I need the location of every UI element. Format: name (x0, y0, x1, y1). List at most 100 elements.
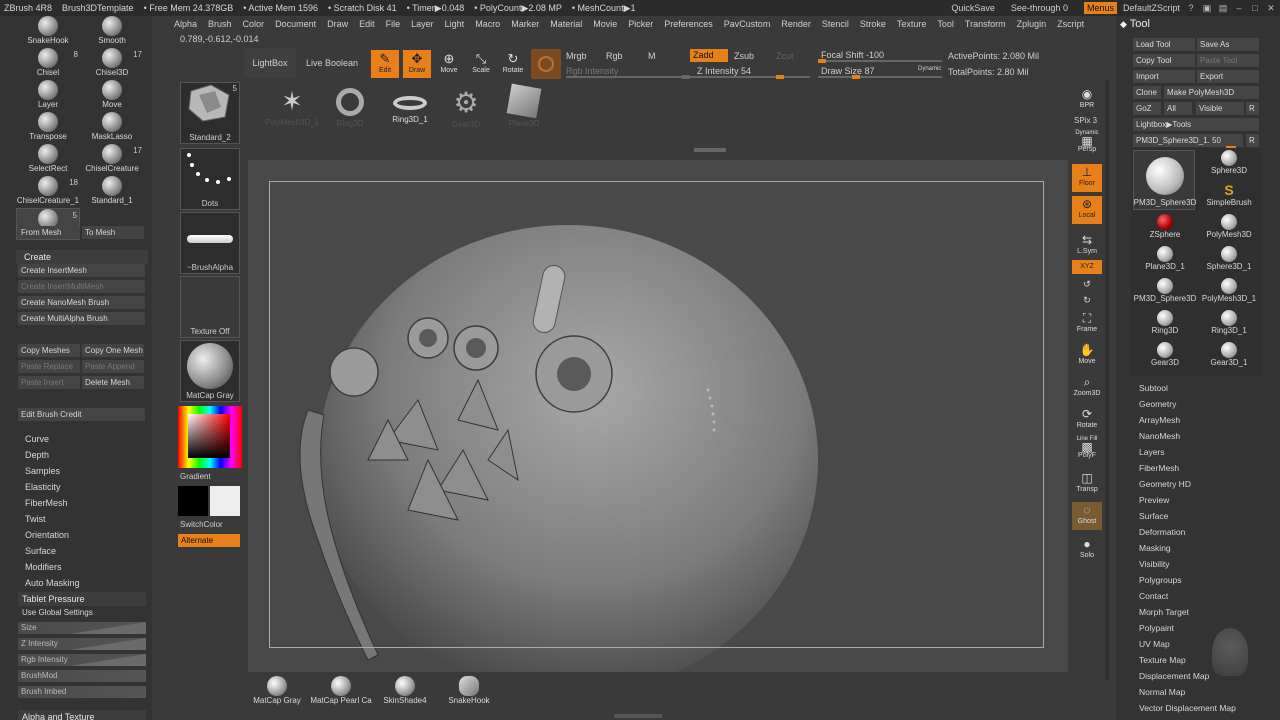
brush-section-depth[interactable]: Depth (25, 450, 49, 460)
tool-thumb-sphere3d-1[interactable]: Sphere3D_1 (1197, 246, 1261, 278)
pressure-brush-imbed[interactable]: Brush Imbed (18, 686, 146, 698)
material-matcap-gray[interactable]: MatCap Gray (245, 676, 309, 716)
menu-brush[interactable]: Brush (208, 19, 232, 29)
rgb-intensity-track[interactable] (566, 75, 690, 79)
stroke-swatch[interactable]: Dots (180, 148, 240, 210)
rgb-intensity-knob[interactable] (682, 75, 690, 79)
tool-section-arraymesh[interactable]: ArrayMesh (1139, 415, 1180, 425)
local-button[interactable]: ⊛ Local (1072, 196, 1102, 224)
edit-button[interactable]: ✎ Edit (371, 50, 399, 78)
goz-r-button[interactable]: R (1246, 102, 1259, 115)
edit-brush-credit-button[interactable]: Edit Brush Credit (18, 408, 145, 421)
copy-meshes-button[interactable]: Copy Meshes (18, 344, 80, 357)
zcut-button[interactable]: Zcut (776, 51, 794, 61)
brush-chisel3d[interactable]: Chisel3D 17 (80, 48, 144, 80)
create-multialpha-button[interactable]: Create MultiAlpha Brush (18, 312, 145, 325)
scale-button[interactable]: ⤡ Scale (467, 50, 495, 78)
lightbox-button[interactable]: LightBox (244, 48, 296, 78)
tool-section-geometry-hd[interactable]: Geometry HD (1139, 479, 1191, 489)
menu-movie[interactable]: Movie (593, 19, 617, 29)
transp-button[interactable]: ◫ Transp (1072, 470, 1102, 498)
rgb-button[interactable]: Rgb (606, 51, 623, 61)
tool-thumb-gear3d[interactable]: Gear3D (1133, 342, 1197, 374)
paste-insert-button[interactable]: Paste Insert (18, 376, 80, 389)
brush-masklasso[interactable]: MaskLasso (80, 112, 144, 144)
lightbox-tools-button[interactable]: Lightbox▶Tools (1133, 118, 1259, 131)
material-matcap-pearl-ca[interactable]: MatCap Pearl Ca (309, 676, 373, 716)
menu-marker[interactable]: Marker (511, 19, 539, 29)
tool-section-vector-displacement-map[interactable]: Vector Displacement Map (1139, 703, 1236, 713)
menu-tool[interactable]: Tool (937, 19, 954, 29)
tool-section-polygroups[interactable]: Polygroups (1139, 575, 1182, 585)
shelf-item-ring3d[interactable]: Ring3D (322, 86, 378, 128)
create-insertmultimesh-button[interactable]: Create InsertMultiMesh (18, 280, 145, 293)
brush-section-modifiers[interactable]: Modifiers (25, 562, 62, 572)
current-tool-r-button[interactable]: R (1246, 134, 1259, 147)
tool-thumb-polymesh3d[interactable]: PolyMesh3D (1197, 214, 1261, 246)
menu-file[interactable]: File (386, 19, 401, 29)
shelf-item-gear3d[interactable]: ⚙ Gear3D (438, 86, 494, 129)
z-intensity-slider[interactable]: Z Intensity 54 (697, 66, 751, 76)
xyz-button[interactable]: XYZ (1072, 260, 1102, 274)
goz-button[interactable]: GoZ (1133, 102, 1161, 115)
pressure-brushmod[interactable]: BrushMod (18, 670, 146, 682)
tool-section-displacement-map[interactable]: Displacement Map (1139, 671, 1209, 681)
lsym-button[interactable]: ⇆ L.Sym (1072, 232, 1102, 260)
menu-edit[interactable]: Edit (359, 19, 375, 29)
tablet-pressure-header[interactable]: Tablet Pressure (18, 592, 146, 606)
menu-preferences[interactable]: Preferences (664, 19, 713, 29)
floor-button[interactable]: ⊥ Floor (1072, 164, 1102, 192)
layout-icon[interactable]: ▣ (1202, 3, 1212, 13)
tool-section-contact[interactable]: Contact (1139, 591, 1168, 601)
rotate-axis-icon-2[interactable]: ↻ (1072, 292, 1102, 306)
tool-section-visibility[interactable]: Visibility (1139, 559, 1170, 569)
create-insertmesh-button[interactable]: Create InsertMesh (18, 264, 145, 277)
tool-thumb-sphere3d[interactable]: Sphere3D (1197, 150, 1261, 182)
brush-selectrect[interactable]: SelectRect (16, 144, 80, 176)
visible-button[interactable]: Visible (1196, 102, 1244, 115)
layout2-icon[interactable]: ▤ (1218, 3, 1228, 13)
copy-tool-button[interactable]: Copy Tool (1133, 54, 1195, 67)
mrgb-button[interactable]: Mrgb (566, 51, 587, 61)
brush-section-surface[interactable]: Surface (25, 546, 56, 556)
brush-chiselcreature[interactable]: ChiselCreature 17 (80, 144, 144, 176)
polyf-button[interactable]: Line Fill ▩ PolyF (1072, 436, 1102, 464)
tool-section-surface[interactable]: Surface (1139, 511, 1168, 521)
paste-tool-button[interactable]: Paste Tool (1197, 54, 1259, 67)
help-icon[interactable]: ? (1186, 3, 1196, 13)
current-brush-swatch[interactable]: 5 Standard_2 (180, 82, 240, 144)
tool-thumb-ring3d-1[interactable]: Ring3D_1 (1197, 310, 1261, 342)
solo-button[interactable]: ● Solo (1072, 536, 1102, 564)
bottom-scrollbar[interactable] (614, 714, 662, 718)
tool-section-uv-map[interactable]: UV Map (1139, 639, 1170, 649)
draw-size-slider[interactable]: Draw Size 87 (821, 66, 875, 76)
focal-shift-knob[interactable] (818, 59, 826, 63)
focal-shift-track[interactable] (818, 59, 942, 63)
menu-texture[interactable]: Texture (897, 19, 927, 29)
menu-render[interactable]: Render (781, 19, 811, 29)
menu-macro[interactable]: Macro (475, 19, 500, 29)
draw-size-knob[interactable] (852, 75, 860, 79)
brush-section-auto-masking[interactable]: Auto Masking (25, 578, 80, 588)
tool-section-texture-map[interactable]: Texture Map (1139, 655, 1186, 665)
shelf-item-polymesh[interactable]: ✶ PolyMesh3D_1 (262, 86, 322, 127)
z-intensity-track[interactable] (690, 75, 810, 79)
copy-one-mesh-button[interactable]: Copy One Mesh (82, 344, 144, 357)
m-button[interactable]: M (648, 51, 656, 61)
use-global-settings[interactable]: Use Global Settings (22, 608, 93, 617)
menu-layer[interactable]: Layer (411, 19, 434, 29)
spix-slider[interactable]: SPix 3 (1074, 116, 1097, 125)
secondary-color-white[interactable] (210, 486, 240, 516)
menu-material[interactable]: Material (550, 19, 582, 29)
tool-thumb-zsphere[interactable]: ZSphere (1133, 214, 1197, 246)
load-tool-button[interactable]: Load Tool (1133, 38, 1195, 51)
alpha-swatch[interactable]: ~BrushAlpha (180, 212, 240, 274)
create-section-header[interactable]: Create (16, 250, 148, 264)
shelf-item-plane3d[interactable]: Plane3D (496, 83, 552, 128)
pressure-size[interactable]: Size (18, 622, 146, 634)
paste-replace-button[interactable]: Paste Replace (18, 360, 80, 373)
rotate-button[interactable]: ↻ Rotate (499, 50, 527, 78)
all-button[interactable]: All (1164, 102, 1192, 115)
menu-light[interactable]: Light (445, 19, 465, 29)
tool-section-fibermesh[interactable]: FiberMesh (1139, 463, 1179, 473)
